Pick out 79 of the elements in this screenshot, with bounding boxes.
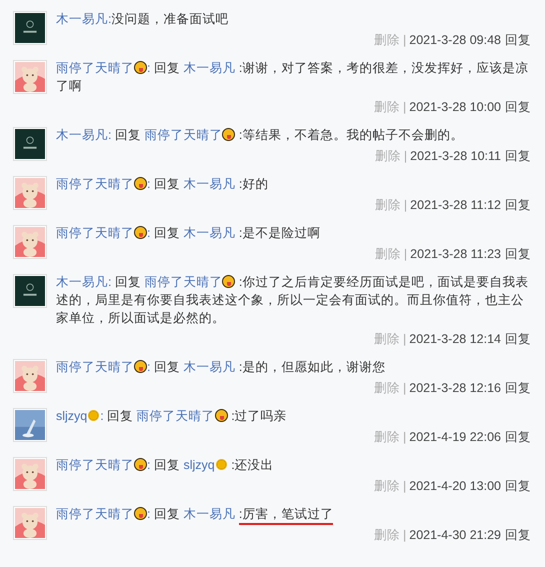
user-link[interactable]: 雨停了天晴了	[144, 275, 222, 289]
bear-avatar	[15, 508, 45, 538]
reply-link[interactable]: 回复	[505, 430, 531, 444]
separator: |	[403, 430, 406, 444]
bear-avatar	[15, 459, 45, 489]
timestamp: 2021-3-28 10:00	[409, 100, 501, 114]
comment-text: 雨停了天晴了 : 回复 木一易凡 :谢谢，对了答案，考的很差，没发挥好，应该是凉了啊	[56, 60, 530, 95]
timestamp: 2021-4-19 22:06	[409, 430, 501, 444]
separator: |	[404, 247, 408, 261]
timestamp: 2021-3-28 09:48	[409, 33, 501, 47]
user-link[interactable]: 木一易凡	[56, 275, 108, 289]
logo-avatar	[15, 129, 45, 159]
bear-avatar	[15, 227, 45, 257]
reply-link[interactable]: 回复	[505, 381, 531, 395]
emoji-icon	[134, 61, 147, 74]
separator: |	[404, 198, 408, 212]
user-link[interactable]: 木一易凡	[56, 128, 108, 142]
emoji-icon	[134, 226, 147, 239]
sun-icon	[214, 458, 228, 471]
comment-text: 木一易凡:没问题，准备面试吧	[56, 11, 230, 28]
emoji-icon	[222, 275, 236, 288]
logo-avatar	[15, 13, 45, 43]
user-link[interactable]: 木一易凡	[56, 12, 108, 26]
timestamp: 2021-3-28 11:23	[410, 247, 501, 261]
timestamp: 2021-4-20 13:00	[409, 479, 501, 493]
comment-text: 雨停了天晴了 : 回复 木一易凡 :是不是险过啊	[56, 225, 322, 242]
reply-link[interactable]: 回复	[505, 528, 531, 542]
reply-link[interactable]: 回复	[505, 33, 531, 47]
user-link[interactable]: 木一易凡	[183, 177, 236, 191]
comment-text: 木一易凡: 回复 雨停了天晴了 :等结果，不着急。我的帖子不会删的。	[56, 127, 464, 144]
timestamp: 2021-3-28 11:12	[410, 198, 501, 212]
user-link[interactable]: 雨停了天晴了	[56, 360, 134, 374]
user-link[interactable]: sljzyq	[183, 458, 215, 472]
comment-text: 雨停了天晴了 : 回复 木一易凡 :是的，但愿如此，谢谢您	[56, 359, 386, 376]
timestamp: 2021-3-28 12:14	[409, 332, 501, 346]
comment-text: 木一易凡: 回复 雨停了天晴了 :你过了之后肯定要经历面试是吧，面试是要自我表述的，局里是有你要自我表述这个象，所以一定会有面试的。而且你值符，也主公家单位，所以面试是必然的。	[56, 274, 530, 327]
emoji-icon	[134, 507, 147, 520]
bear-avatar	[15, 178, 45, 208]
user-link[interactable]: 木一易凡	[183, 507, 236, 521]
user-link[interactable]: 木一易凡	[183, 61, 236, 75]
separator: |	[403, 332, 406, 346]
timestamp: 2021-4-30 21:29	[409, 528, 501, 542]
user-link[interactable]: 雨停了天晴了	[56, 507, 134, 521]
user-link[interactable]: 雨停了天晴了	[136, 409, 215, 423]
comment-text: 雨停了天晴了 : 回复 sljzyq :还没出	[56, 457, 275, 474]
comment-text: 雨停了天晴了 : 回复 木一易凡 :厉害，笔试过了	[56, 505, 531, 523]
reply-link[interactable]: 回复	[505, 479, 531, 493]
user-link[interactable]: 雨停了天晴了	[56, 177, 134, 191]
user-link[interactable]: 雨停了天晴了	[56, 458, 134, 472]
separator: |	[403, 528, 406, 542]
separator: |	[404, 149, 408, 163]
reply-link[interactable]: 回复	[505, 149, 531, 163]
user-link[interactable]: 雨停了天晴了	[144, 128, 222, 142]
user-link[interactable]: sljzyq	[56, 409, 88, 423]
emoji-icon	[222, 128, 236, 141]
emoji-icon	[134, 458, 147, 471]
separator: |	[403, 33, 406, 47]
reply-link[interactable]: 回复	[505, 100, 531, 114]
user-link[interactable]: 木一易凡	[183, 226, 236, 240]
timestamp: 2021-3-28 12:16	[409, 381, 501, 395]
emoji-icon	[214, 409, 228, 422]
logo-avatar	[15, 276, 45, 306]
separator: |	[403, 100, 406, 114]
reply-link[interactable]: 回复	[505, 332, 531, 346]
emoji-icon	[134, 177, 147, 190]
separator: |	[403, 479, 406, 493]
user-link[interactable]: 雨停了天晴了	[56, 61, 134, 75]
emoji-icon	[134, 360, 147, 373]
comment-text: sljzyq : 回复 雨停了天晴了 :过了吗亲	[56, 408, 288, 425]
separator: |	[403, 381, 406, 395]
sun-icon	[87, 409, 100, 422]
timestamp: 2021-3-28 10:11	[410, 149, 501, 163]
comment-text: 雨停了天晴了 : 回复 木一易凡 :好的	[56, 176, 270, 193]
reply-link[interactable]: 回复	[505, 198, 531, 212]
bear-avatar	[15, 361, 45, 391]
reply-link[interactable]: 回复	[505, 247, 531, 261]
bear-avatar	[15, 62, 45, 92]
user-link[interactable]: 木一易凡	[183, 360, 236, 374]
user-link[interactable]: 雨停了天晴了	[56, 226, 134, 240]
